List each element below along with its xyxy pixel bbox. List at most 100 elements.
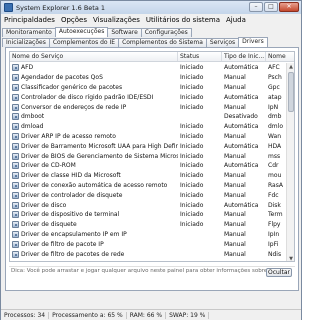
table-row[interactable]: Driver de disquete Iniciado Manual Flpy xyxy=(10,220,288,230)
status-swap: SWAP: 19 % xyxy=(166,311,210,319)
cell-service-name: Driver de dispositivo de terminal xyxy=(10,211,178,219)
cell-short-name: atap xyxy=(268,93,282,101)
table-row[interactable]: AFD Iniciado Automática AFC xyxy=(10,63,288,73)
column-header-service-name[interactable]: Nome xyxy=(266,52,290,61)
cell-service-name: Driver de controlador de disquete xyxy=(10,191,178,199)
cell-short-name: Ndis xyxy=(268,250,282,258)
service-icon xyxy=(12,211,19,219)
table-row[interactable]: Driver de encapsulamento IP em IP Manual I… xyxy=(10,230,288,240)
cell-startup-type: Manual xyxy=(224,103,246,111)
service-icon xyxy=(12,142,19,150)
cell-short-name: Wan xyxy=(268,132,282,140)
tab-drivers[interactable]: Drivers xyxy=(238,37,268,47)
tab-configuracoes[interactable]: Configurações xyxy=(140,28,192,37)
service-icon xyxy=(12,103,19,111)
column-header-startup[interactable]: Tipo de Inic... xyxy=(222,52,266,61)
menu-visualizacoes[interactable]: Visualizações xyxy=(93,16,140,24)
table-row[interactable]: Driver de BIOS de Gerenciamento de Siste… xyxy=(10,151,288,161)
vertical-scrollbar[interactable]: ▲ ▼ xyxy=(286,63,294,261)
tab-monitoramento[interactable]: Monitoramento xyxy=(2,28,56,37)
service-icon xyxy=(12,201,19,209)
scroll-up-icon[interactable]: ▲ xyxy=(287,63,294,71)
minimize-button[interactable]: – xyxy=(249,2,263,12)
table-row[interactable]: Driver de conexão automática de acesso r… xyxy=(10,181,288,191)
tab-software[interactable]: Software xyxy=(107,28,142,37)
service-display-name: Driver de conexão automática de acesso r… xyxy=(21,181,168,189)
table-row[interactable]: Driver de disco Iniciado Automática Disk xyxy=(10,200,288,210)
cell-service-name: Agendador de pacotes QoS xyxy=(10,74,178,82)
table-row[interactable]: Driver de filtro de pacotes de rede Manua… xyxy=(10,249,288,259)
cell-service-name: Driver de CD-ROM xyxy=(10,162,178,170)
app-window: System Explorer 1.6 Beta 1 – □ ✕ Princip… xyxy=(0,0,302,320)
cell-status: Iniciado xyxy=(180,201,204,209)
tab-inicializacoes[interactable]: Inicializações xyxy=(2,38,50,47)
cell-short-name: dmb xyxy=(268,113,282,121)
scroll-down-icon[interactable]: ▼ xyxy=(287,255,294,261)
service-icon xyxy=(12,152,19,160)
menu-ajuda[interactable]: Ajuda xyxy=(226,16,246,24)
cell-startup-type: Manual xyxy=(224,83,246,91)
service-display-name: Controlador de disco rígido padrão IDE/E… xyxy=(21,93,154,101)
menu-principaldades[interactable]: Principaldades xyxy=(4,16,55,24)
cell-short-name: IpFi xyxy=(268,240,279,248)
service-display-name: Driver de CD-ROM xyxy=(21,162,76,170)
cell-service-name: Classificador genérico de pacotes xyxy=(10,83,178,91)
menu-utilitarios[interactable]: Utilitários do sistema xyxy=(146,16,220,24)
cell-startup-type: Manual xyxy=(224,230,246,238)
table-row[interactable]: Classificador genérico de pacotes Iniciad… xyxy=(10,83,288,93)
cell-startup-type: Desativado xyxy=(224,113,258,121)
cell-status: Iniciado xyxy=(180,132,204,140)
table-row[interactable]: Driver de classe HID da Microsoft Iniciad… xyxy=(10,171,288,181)
drivers-content: Nome do Serviço Status Tipo de Inic... N… xyxy=(5,47,299,291)
table-row[interactable]: dmboot Desativado dmb xyxy=(10,112,288,122)
service-display-name: Driver de dispositivo de terminal xyxy=(21,211,120,219)
cell-status: Iniciado xyxy=(180,123,204,131)
table-row[interactable]: Driver ARP IP de acesso remoto Iniciado Ma… xyxy=(10,132,288,142)
service-icon xyxy=(12,83,19,91)
menu-opcoes[interactable]: Opções xyxy=(61,16,87,24)
cell-service-name: Driver de BIOS de Gerenciamento de Siste… xyxy=(10,152,178,160)
table-row[interactable]: dmload Iniciado Automática dmlo xyxy=(10,122,288,132)
close-button[interactable]: ✕ xyxy=(279,2,299,12)
title-bar[interactable]: System Explorer 1.6 Beta 1 – □ ✕ xyxy=(1,1,301,14)
scroll-thumb[interactable] xyxy=(288,72,294,112)
hide-button[interactable]: Ocultar xyxy=(266,268,292,277)
table-row[interactable]: Agendador de pacotes QoS Iniciado Manual Ps… xyxy=(10,73,288,83)
table-row[interactable]: Driver de controlador de disquete Iniciad… xyxy=(10,190,288,200)
table-row[interactable]: Driver de filtro de pacote IP Manual IpFi xyxy=(10,239,288,249)
tab-autoexecucoes[interactable]: Autoexecuções xyxy=(54,27,109,37)
drag-drop-hint[interactable]: Dica: Você pode arrastar e jogar qualque… xyxy=(9,266,295,286)
cell-short-name: IpN xyxy=(268,103,279,111)
app-icon xyxy=(4,3,13,12)
cell-startup-type: Manual xyxy=(224,152,246,160)
cell-short-name: mou xyxy=(268,172,282,180)
table-row[interactable]: Driver de CD-ROM Iniciado Automática Cdr xyxy=(10,161,288,171)
cell-short-name: dmlo xyxy=(268,123,283,131)
table-row[interactable]: Driver de Barramento Microsoft UAA para … xyxy=(10,141,288,151)
service-display-name: dmboot xyxy=(21,113,45,121)
service-display-name: Classificador genérico de pacotes xyxy=(21,83,123,91)
cell-short-name: Term xyxy=(268,211,283,219)
cell-service-name: Driver ARP IP de acesso remoto xyxy=(10,132,178,140)
tab-complementos-ie[interactable]: Complementos do IE xyxy=(48,38,120,47)
cell-startup-type: Automática xyxy=(224,64,259,72)
table-row[interactable]: Conversor de endereços de rede IP Iniciad… xyxy=(10,102,288,112)
cell-startup-type: Automática xyxy=(224,162,259,170)
maximize-button[interactable]: □ xyxy=(264,2,278,12)
cell-short-name: Flpy xyxy=(268,221,281,229)
tab-servicos[interactable]: Serviços xyxy=(205,38,240,47)
menu-bar: Principaldades Opções Visualizações Util… xyxy=(1,14,301,26)
cell-status: Iniciado xyxy=(180,211,204,219)
cell-status: Iniciado xyxy=(180,181,204,189)
service-icon xyxy=(12,221,19,229)
service-display-name: Driver ARP IP de acesso remoto xyxy=(21,132,116,140)
cell-startup-type: Manual xyxy=(224,191,246,199)
service-display-name: Driver de controlador de disquete xyxy=(21,191,123,199)
column-header-status[interactable]: Status xyxy=(178,52,222,61)
service-display-name: AFD xyxy=(21,64,34,72)
table-row[interactable]: Controlador de disco rígido padrão IDE/E… xyxy=(10,92,288,102)
service-display-name: Driver de classe HID da Microsoft xyxy=(21,172,121,180)
table-row[interactable]: Driver de dispositivo de terminal Iniciad… xyxy=(10,210,288,220)
tab-complementos-sistema[interactable]: Complementos do Sistema xyxy=(118,38,207,47)
column-header-name[interactable]: Nome do Serviço xyxy=(10,52,178,61)
